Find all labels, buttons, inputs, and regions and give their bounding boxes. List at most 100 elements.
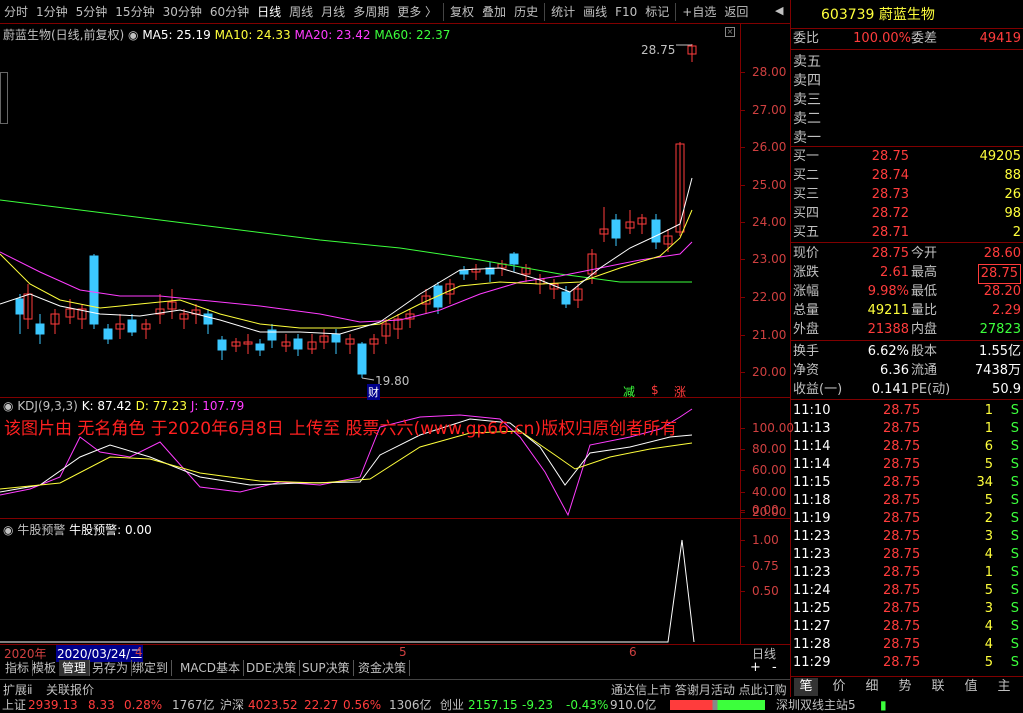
stock-name: 蔚蓝生物 (878, 7, 935, 23)
func-tab[interactable]: 势 (893, 678, 917, 696)
tick-row: 11:28 28.75 4 S (793, 637, 1019, 652)
promo-notice[interactable]: 通达信上市 答谢月活动 点此订购 (611, 681, 787, 698)
toolbar-item[interactable]: 周线 (285, 0, 317, 24)
sh-index: 2939.13 (28, 698, 78, 712)
price-tick: 22.00 (752, 290, 787, 304)
sell-level: 卖五 (793, 54, 821, 70)
event-mark-dollar[interactable]: $ (651, 383, 659, 397)
buy-level: 买五 28.71 2 (793, 225, 1021, 240)
indicator-tab[interactable]: 另存为 (89, 660, 133, 676)
tick-row: 11:10 28.75 1 S (793, 403, 1019, 418)
indicator-tab[interactable]: 模板 (29, 660, 61, 676)
buy-level: 买二 28.74 88 (793, 168, 1021, 183)
toolbar-item[interactable]: 30分钟 (159, 0, 206, 24)
niu-tick-mark (740, 540, 745, 541)
func-tab[interactable]: 联 (926, 678, 950, 696)
toolbar-item[interactable]: 画线 (579, 0, 611, 24)
toolbar-item[interactable]: +自选 (678, 0, 720, 24)
func-tab[interactable]: 笔 (794, 678, 818, 696)
toolbar-item[interactable]: 多周期 (349, 0, 393, 24)
toolbar-separator (544, 2, 546, 21)
candle-body (103, 328, 113, 340)
tick-row: 11:27 28.75 4 S (793, 619, 1019, 634)
candle-body (35, 323, 45, 335)
tick-row: 11:14 28.75 6 S (793, 439, 1019, 454)
related-quote-tab[interactable]: 关联报价 (46, 681, 94, 698)
stat-row: 现价 28.75 今开 28.60 (793, 246, 1021, 261)
indicator-tab[interactable]: MACD基本 (177, 660, 244, 676)
toolbar-item[interactable]: F10 (611, 0, 641, 24)
price-tick: 26.00 (752, 140, 787, 154)
kdj-tick-mark (740, 449, 745, 450)
kdj-tick: 0.00 (752, 503, 779, 517)
toolbar-item[interactable]: 复权 (446, 0, 478, 24)
low-price-label: 19.80 (375, 374, 410, 388)
candle-body (255, 343, 265, 351)
toolbar-item[interactable]: 60分钟 (206, 0, 253, 24)
candlestick-chart[interactable] (0, 24, 740, 397)
sell-level: 卖一 (793, 130, 821, 146)
toolbar-item[interactable]: 历史 (510, 0, 542, 24)
toolbar-item[interactable]: 叠加 (478, 0, 510, 24)
expand-tab[interactable]: 扩展ⅱ (3, 681, 33, 698)
toolbar-arrow-left-icon[interactable]: ◀ (775, 4, 783, 17)
indicator-tab[interactable]: DDE决策 (243, 660, 301, 676)
tick-row: 11:18 28.75 5 S (793, 493, 1019, 508)
toolbar-item[interactable]: 更多 〉 (393, 0, 441, 24)
niu-tick-mark (740, 591, 745, 592)
server-label[interactable]: 深圳双线主站5 (776, 697, 856, 713)
tick-row: 11:19 28.75 2 S (793, 511, 1019, 526)
toolbar-item[interactable]: 日线 (253, 0, 285, 24)
func-tab[interactable]: 值 (959, 678, 983, 696)
quote-divider-1 (790, 28, 1023, 29)
toolbar-item[interactable]: 统计 (547, 0, 579, 24)
func-tab[interactable]: 主 (992, 678, 1016, 696)
niu-signal-line (0, 539, 695, 643)
market-breadth-bar (670, 700, 765, 710)
candle-body (15, 298, 25, 315)
toolbar-item[interactable]: 返回 (720, 0, 752, 24)
sell-level: 卖二 (793, 111, 821, 127)
candle-body (459, 269, 469, 275)
toolbar-item[interactable]: 月线 (317, 0, 349, 24)
price-tick-mark (740, 72, 745, 73)
tick-row: 11:23 28.75 4 S (793, 547, 1019, 562)
tick-row: 11:23 28.75 1 S (793, 565, 1019, 580)
high-price-label: 28.75 (641, 43, 676, 57)
indicator-tab[interactable]: 管理 (59, 660, 91, 676)
kdj-tick-mark (740, 470, 745, 471)
func-tab[interactable]: 细 (860, 678, 884, 696)
price-tick-mark (740, 259, 745, 260)
tick-row: 11:24 28.75 5 S (793, 583, 1019, 598)
remove-button[interactable]: - (772, 660, 777, 675)
toolbar-item[interactable]: 标记 (641, 0, 673, 24)
candle-body (203, 313, 213, 325)
quote-divider-7 (790, 676, 1023, 677)
toolbar-item[interactable]: 5分钟 (72, 0, 112, 24)
indicator-tab[interactable]: 绑定到 (129, 660, 173, 676)
indicator-tab[interactable]: 资金决策 (355, 660, 411, 676)
toolbar-item[interactable]: 1分钟 (32, 0, 72, 24)
price-tick-mark (740, 147, 745, 148)
price-tick-mark (740, 335, 745, 336)
tick-row: 11:23 28.75 3 S (793, 529, 1019, 544)
indicator-tab[interactable]: SUP决策 (299, 660, 354, 676)
status-bar: 上证 2939.13 8.33 0.28% 1767亿 沪深 4023.52 2… (0, 697, 1023, 713)
toolbar-separator (675, 2, 677, 21)
tick-row: 11:25 28.75 3 S (793, 601, 1019, 616)
kdj-tick: 100.00 (752, 421, 794, 435)
buy-level: 买一 28.75 49205 (793, 149, 1021, 164)
func-tab[interactable]: 价 (827, 678, 851, 696)
kdj-tick: 40.00 (752, 485, 787, 499)
candle-body (217, 339, 227, 351)
toolbar-item[interactable]: 分时 (0, 0, 32, 24)
add-button[interactable]: + (750, 660, 761, 675)
toolbar-item[interactable]: 15分钟 (111, 0, 158, 24)
niu-chart[interactable] (0, 518, 740, 644)
kdj-tick: 60.00 (752, 463, 787, 477)
xaxis-month-4: 4 (135, 645, 143, 659)
quote-divider-4 (790, 242, 1023, 243)
candle-body (509, 253, 519, 265)
price-tick-mark (740, 222, 745, 223)
price-tick: 23.00 (752, 252, 787, 266)
